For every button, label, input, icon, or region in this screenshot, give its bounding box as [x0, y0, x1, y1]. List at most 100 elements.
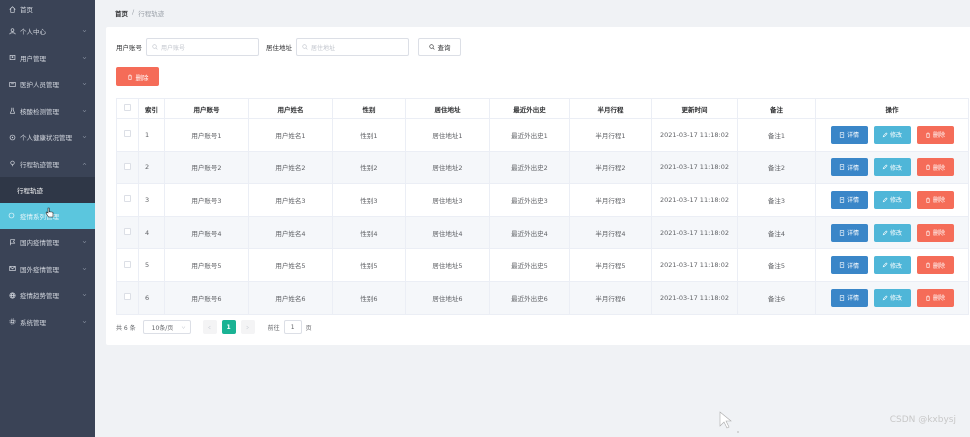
- bulk-delete-button[interactable]: 删除: [116, 67, 159, 86]
- sidebar-item-home[interactable]: 首页: [0, 0, 95, 18]
- account-placeholder: 用户账号: [161, 44, 186, 52]
- sidebar-item-domestic-epidemic[interactable]: 国内疫情管理: [0, 229, 95, 256]
- column-header: 更新时间: [651, 98, 738, 119]
- address-search-input[interactable]: 居住地址: [296, 38, 409, 56]
- document-icon: [839, 295, 845, 301]
- edit-button[interactable]: 修改: [873, 158, 911, 177]
- sidebar-item-user-management[interactable]: 用户管理: [0, 45, 95, 72]
- cell-trip: 半月行程4: [569, 216, 652, 250]
- edit-button[interactable]: 修改: [873, 256, 911, 275]
- cell-address: 居住地址1: [405, 118, 490, 152]
- edit-button[interactable]: 修改: [873, 223, 911, 242]
- trash-icon: [926, 197, 930, 203]
- chevron-down-icon: [82, 136, 87, 139]
- cell-name: 用户姓名2: [248, 151, 333, 185]
- account-search-input[interactable]: 用户账号: [146, 38, 259, 56]
- breadcrumb: 首页 / 行程轨迹: [115, 8, 164, 18]
- sidebar-item-epidemic-trend[interactable]: 疫情趋势管理: [0, 282, 95, 309]
- edit-button[interactable]: 修改: [873, 190, 911, 209]
- cell-name: 用户姓名3: [248, 183, 333, 217]
- chevron-down-icon: [82, 30, 87, 33]
- sidebar-item-label: 个人健康状况管理: [20, 134, 72, 143]
- row-checkbox[interactable]: [124, 293, 131, 301]
- chevron-down-icon: [82, 267, 87, 271]
- sidebar-item-health-status[interactable]: 个人健康状况管理: [0, 124, 95, 151]
- breadcrumb-home[interactable]: 首页: [115, 8, 128, 18]
- cell-time: 2021-03-17 11:18:02: [651, 216, 738, 250]
- sidebar-item-system-management[interactable]: 系统管理: [0, 309, 95, 336]
- row-checkbox[interactable]: [124, 130, 131, 138]
- row-checkbox[interactable]: [124, 162, 131, 170]
- row-select-cell[interactable]: [116, 248, 139, 282]
- row-select-cell[interactable]: [116, 216, 139, 250]
- chevron-down-icon: [82, 294, 87, 297]
- sidebar-item-nucleic-test[interactable]: 核酸检测管理: [0, 98, 95, 125]
- row-checkbox[interactable]: [124, 228, 131, 236]
- goto-page-input[interactable]: 1: [283, 320, 302, 334]
- edit-icon: [882, 262, 888, 268]
- delete-label: 删除: [932, 262, 945, 270]
- delete-button[interactable]: 删除: [916, 190, 954, 209]
- sidebar-item-medical-staff[interactable]: 医护人员管理: [0, 71, 95, 98]
- detail-button[interactable]: 详情: [830, 256, 868, 275]
- edit-button[interactable]: 修改: [873, 125, 911, 144]
- detail-button[interactable]: 详情: [830, 223, 868, 242]
- delete-button[interactable]: 删除: [916, 158, 954, 177]
- cell-address: 居住地址6: [405, 281, 490, 315]
- table-header-row: 索引 用户账号 用户姓名 性别 居住地址 最近外出史 半月行程 更新时间 备注 …: [116, 98, 969, 119]
- edit-icon: [882, 230, 888, 235]
- page-number-current[interactable]: 1: [221, 320, 236, 334]
- row-actions: 详情 修改 删除: [816, 158, 968, 177]
- detail-button[interactable]: 详情: [830, 158, 868, 177]
- trash-icon: [926, 164, 930, 171]
- search-icon: [428, 44, 435, 50]
- table-row: 4 用户账号4 用户姓名4 性别4 居住地址4 最近外出史4 半月行程4 2021-03-17…: [116, 216, 969, 250]
- delete-button[interactable]: 删除: [916, 125, 954, 144]
- sidebar-item-label: 国内疫情管理: [20, 239, 59, 248]
- row-select-cell[interactable]: [116, 281, 139, 315]
- delete-label: 删除: [932, 197, 945, 205]
- prev-page-button[interactable]: [202, 320, 217, 334]
- column-header: 用户姓名: [248, 98, 333, 119]
- cell-actions: 详情 修改 删除: [815, 183, 969, 217]
- edit-button[interactable]: 修改: [873, 288, 911, 307]
- goto-label: 前往: [267, 324, 280, 332]
- chevron-down-icon: [82, 109, 87, 113]
- shield-icon: [8, 212, 16, 220]
- detail-button[interactable]: 详情: [830, 288, 868, 307]
- row-select-cell[interactable]: [116, 183, 139, 217]
- select-all-checkbox[interactable]: [124, 104, 131, 111]
- cell-name: 用户姓名4: [248, 216, 333, 250]
- edit-label: 修改: [889, 164, 902, 172]
- cell-address: 居住地址4: [405, 216, 490, 250]
- delete-button[interactable]: 删除: [916, 288, 954, 307]
- cell-note: 备注5: [737, 248, 816, 282]
- row-select-cell[interactable]: [116, 118, 139, 152]
- bulk-delete-label: 删除: [135, 73, 149, 82]
- column-header: 操作: [815, 98, 969, 119]
- sidebar-item-trajectory-management[interactable]: 行程轨迹管理: [0, 151, 95, 178]
- row-checkbox[interactable]: [124, 195, 131, 203]
- trash-icon: [926, 262, 930, 268]
- detail-button[interactable]: 详情: [830, 190, 868, 209]
- cell-note: 备注4: [737, 216, 816, 250]
- table-row: 5 用户账号5 用户姓名5 性别5 居住地址5 最近外出史5 半月行程5 2021-03-17…: [116, 248, 969, 282]
- sidebar-subitem-trajectory[interactable]: 行程轨迹: [0, 177, 95, 203]
- search-button[interactable]: 查询: [418, 38, 461, 56]
- sidebar-item-foreign-epidemic[interactable]: 国外疫情管理: [0, 256, 95, 283]
- column-header: 性别: [332, 98, 406, 119]
- row-select-cell[interactable]: [116, 151, 139, 185]
- cell-gender: 性别4: [332, 216, 406, 250]
- row-checkbox[interactable]: [124, 260, 131, 268]
- page-size-select[interactable]: 10条/页: [142, 320, 191, 334]
- cell-idx: 4: [138, 216, 165, 250]
- delete-button[interactable]: 删除: [916, 223, 954, 242]
- cell-name: 用户姓名1: [248, 118, 333, 152]
- detail-button[interactable]: 详情: [830, 125, 868, 144]
- next-page-button[interactable]: [240, 320, 255, 334]
- select-all-cell[interactable]: [116, 98, 139, 119]
- sidebar-item-personal-center[interactable]: 个人中心: [0, 18, 95, 45]
- column-header: 索引: [138, 98, 165, 119]
- delete-button[interactable]: 删除: [916, 256, 954, 275]
- cell-note: 备注3: [737, 183, 816, 217]
